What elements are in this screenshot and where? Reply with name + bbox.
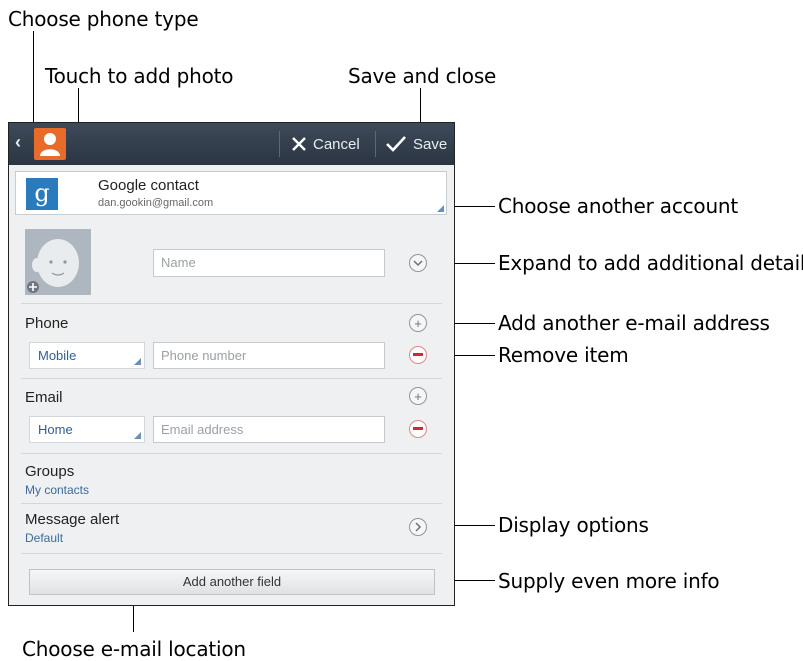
- minus-icon: [413, 353, 423, 356]
- chevron-down-icon: [413, 260, 423, 267]
- action-bar: ‹ Cancel Save: [9, 123, 454, 165]
- add-phone-button[interactable]: +: [409, 314, 427, 332]
- callout-save-and-close: Save and close: [348, 64, 497, 88]
- chevron-right-icon: [415, 522, 422, 532]
- message-alert-row[interactable]: Message alert Default: [9, 507, 454, 551]
- display-options-button[interactable]: [409, 518, 427, 536]
- name-field[interactable]: [153, 249, 385, 277]
- save-button[interactable]: Save: [385, 123, 447, 165]
- dropdown-corner-icon: [437, 205, 444, 212]
- default-face-icon: [25, 229, 91, 295]
- checkmark-icon: [386, 136, 406, 152]
- phone-type-value: Mobile: [38, 348, 77, 363]
- account-name: Google contact: [98, 177, 199, 194]
- callout-display-options: Display options: [498, 513, 649, 537]
- phone-label: Phone: [25, 315, 69, 332]
- email-address-input[interactable]: [161, 422, 384, 437]
- minus-icon: [413, 427, 423, 430]
- callout-add-email-address: Add another e-mail address: [498, 311, 770, 335]
- add-another-field-button[interactable]: Add another field: [29, 569, 435, 595]
- callout-choose-email-location: Choose e-mail location: [22, 637, 246, 661]
- account-email: dan.gookin@gmail.com: [98, 197, 214, 209]
- groups-row[interactable]: Groups My contacts: [9, 459, 454, 499]
- email-type-select[interactable]: Home: [29, 416, 145, 443]
- save-label: Save: [413, 135, 448, 153]
- groups-label: Groups: [25, 463, 75, 480]
- callout-touch-to-add-photo: Touch to add photo: [45, 64, 234, 88]
- expand-details-button[interactable]: [409, 254, 427, 272]
- phone-type-select[interactable]: Mobile: [29, 342, 145, 369]
- plus-icon: +: [414, 315, 422, 331]
- groups-value: My contacts: [25, 483, 90, 497]
- name-input[interactable]: [161, 255, 384, 270]
- callout-expand-details: Expand to add additional details: [498, 251, 803, 275]
- callout-choose-another-account: Choose another account: [498, 194, 739, 218]
- message-alert-label: Message alert: [25, 511, 120, 528]
- callout-remove-item: Remove item: [498, 343, 629, 367]
- contact-icon: [34, 128, 66, 160]
- remove-email-button[interactable]: [409, 420, 427, 438]
- plus-icon: +: [414, 388, 422, 404]
- google-logo-icon: g: [26, 178, 58, 210]
- back-chevron-icon[interactable]: ‹: [15, 132, 21, 153]
- contact-editor-screen: ‹ Cancel Save g Google contact dan.gooki…: [8, 122, 455, 606]
- callout-choose-phone-type: Choose phone type: [8, 7, 199, 31]
- remove-phone-button[interactable]: [409, 346, 427, 364]
- phone-number-field[interactable]: [153, 342, 385, 369]
- add-email-button[interactable]: +: [409, 387, 427, 405]
- cancel-label: Cancel: [313, 135, 360, 153]
- message-alert-value: Default: [25, 531, 64, 545]
- email-type-value: Home: [38, 422, 73, 437]
- dropdown-corner-icon: [134, 358, 141, 365]
- contact-photo-button[interactable]: [25, 229, 91, 295]
- cancel-button[interactable]: Cancel: [291, 123, 360, 165]
- dropdown-corner-icon: [134, 432, 141, 439]
- close-icon: [292, 137, 306, 151]
- phone-number-input[interactable]: [161, 348, 384, 363]
- email-label: Email: [25, 389, 63, 406]
- email-address-field[interactable]: [153, 416, 385, 443]
- account-selector[interactable]: g Google contact dan.gookin@gmail.com: [15, 171, 447, 215]
- callout-supply-more-info: Supply even more info: [498, 569, 720, 593]
